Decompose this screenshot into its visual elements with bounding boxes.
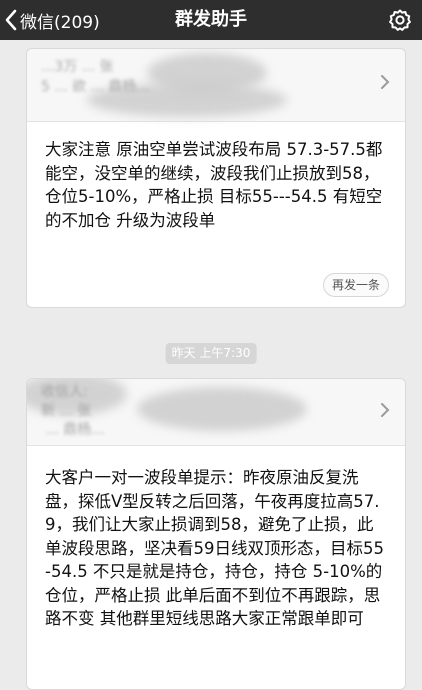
gear-icon[interactable] [388, 8, 412, 32]
chevron-right-icon [381, 75, 390, 89]
back-label: 微信(209) [20, 12, 100, 33]
top-nav-bar: 微信(209) 群发助手 [0, 0, 422, 40]
recipients-text: ...3万 ... 张 5 ... 欲 ... 鼎杨... [41, 59, 150, 95]
back-button[interactable]: 微信(209) [4, 0, 100, 40]
timestamp: 昨天 上午7:30 [165, 343, 257, 364]
recipients-row[interactable]: ...3万 ... 张 5 ... 欲 ... 鼎杨... [27, 49, 405, 122]
message-text: 大家注意 原油空单尝试波段布局 57.3-57.5都能空，没空单的继续，波段我们… [45, 140, 383, 230]
recipients-row[interactable]: 收信人: 新 ... 张 ... 鼎杨... [27, 379, 405, 446]
mass-message-card: 收信人: 新 ... 张 ... 鼎杨... 大客户一对一波段单提示：昨夜原油反… [26, 378, 406, 690]
recipients-text: 收信人: 新 ... 张 ... 鼎杨... [41, 384, 105, 438]
mass-message-card: ...3万 ... 张 5 ... 欲 ... 鼎杨... 大家注意 原油空单尝… [26, 48, 406, 308]
message-text: 大客户一对一波段单提示：昨夜原油反复洗盘，探低V型反转之后回落，午夜再度拉高57… [45, 468, 384, 628]
chevron-left-icon [4, 9, 18, 31]
chevron-right-icon [381, 403, 390, 417]
resend-button[interactable]: 再发一条 [322, 273, 389, 297]
